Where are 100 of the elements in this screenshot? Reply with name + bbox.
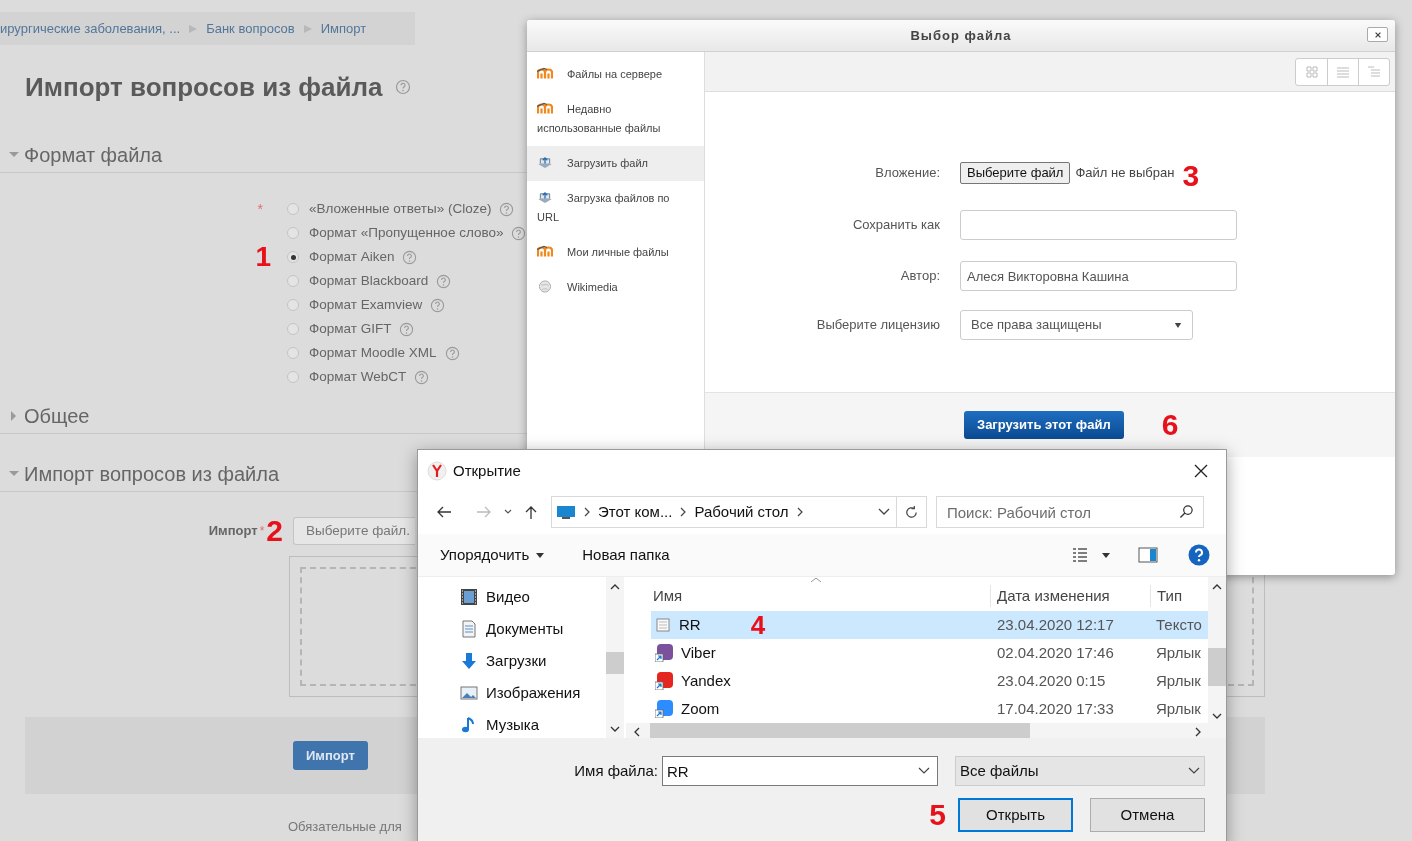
choose-file-button[interactable]: Выберите файл <box>960 162 1071 184</box>
file-row[interactable]: RR 4 23.04.2020 12:17 Тексто <box>651 611 1208 639</box>
file-name: Viber <box>681 642 716 663</box>
nav-item[interactable]: Музыка <box>460 709 606 741</box>
radio-label[interactable]: Формат Examview <box>309 294 423 316</box>
chevron-down-icon[interactable] <box>878 508 890 516</box>
section-heading[interactable]: Импорт вопросов из файла <box>24 459 280 489</box>
field-label: Имя файла: <box>574 760 658 781</box>
file-row[interactable]: Zoom 17.04.2020 17:33 Ярлык <box>651 695 1208 723</box>
footnote-text: Обязательные для <box>288 818 402 836</box>
preview-pane-icon[interactable] <box>1138 547 1158 563</box>
cancel-button[interactable]: Отмена <box>1090 798 1205 832</box>
file-name-field[interactable]: RR <box>662 756 938 786</box>
save-as-field[interactable] <box>960 210 1237 240</box>
step-number: 5 <box>929 800 946 830</box>
nav-item[interactable]: Документы <box>460 613 606 645</box>
dialog-title: Выбор файла <box>910 26 1012 45</box>
author-field[interactable]: Алеся Викторовна Кашина <box>960 261 1237 291</box>
address-bar[interactable]: Этот ком... Рабочий стол <box>551 496 927 528</box>
radio-button[interactable] <box>287 371 299 383</box>
radio-button[interactable] <box>287 275 299 287</box>
radio-button[interactable] <box>287 227 299 239</box>
upload-button[interactable]: Загрузить этот файл <box>964 411 1124 439</box>
file-name: Zoom <box>681 698 720 719</box>
sidebar-item[interactable]: Мои личные файлы <box>527 235 704 270</box>
document-icon <box>460 620 478 638</box>
browser-logo-icon <box>427 461 447 481</box>
file-row[interactable]: Viber 02.04.2020 17:46 Ярлык <box>651 639 1208 667</box>
new-folder-button[interactable]: Новая папка <box>582 543 670 567</box>
view-options-button[interactable] <box>1072 547 1110 563</box>
file-type-dropdown[interactable]: Все файлы <box>955 756 1205 786</box>
separator-icon <box>302 23 313 34</box>
radio-button[interactable] <box>287 323 299 335</box>
radio-label[interactable]: Формат WebCT <box>309 366 407 388</box>
import-button[interactable]: Импорт <box>293 741 368 770</box>
radio-label[interactable]: Формат «Пропущенное слово» <box>309 222 504 244</box>
radio-button[interactable] <box>287 203 299 215</box>
date-cell-text: 02.04.2020 17:46 <box>996 642 1115 663</box>
file-row[interactable]: Yandex 23.04.2020 0:15 Ярлык <box>651 667 1208 695</box>
date-cell-text: 23.04.2020 12:17 <box>996 614 1115 635</box>
separator-icon <box>188 23 199 34</box>
path-segment[interactable]: Этот ком... <box>598 500 673 524</box>
chevron-down-icon <box>1212 713 1222 719</box>
section-heading[interactable]: Общее <box>24 401 90 431</box>
scrollbar-thumb[interactable] <box>1208 648 1226 686</box>
type-cell-text: Ярлык <box>1155 642 1200 663</box>
radio-button[interactable] <box>287 251 299 263</box>
column-header[interactable]: Тип <box>1150 584 1200 607</box>
step-number: 1 <box>255 243 271 271</box>
required-mark: * <box>257 199 263 219</box>
dropdown-arrow-icon <box>1174 321 1182 329</box>
chevron-up-icon <box>610 584 620 590</box>
column-header[interactable]: Имя <box>651 584 990 607</box>
step-number: 3 <box>1182 161 1200 191</box>
sidebar-item[interactable]: Wikimedia <box>527 270 704 305</box>
radio-button[interactable] <box>287 299 299 311</box>
sidebar-item[interactable]: Недавно использованные файлы <box>527 92 704 146</box>
radio-label[interactable]: Формат Moodle XML <box>309 342 437 364</box>
scrollbar-track[interactable] <box>606 577 624 738</box>
organize-menu[interactable]: Упорядочить <box>440 543 545 567</box>
sidebar-item[interactable]: Загрузить файл <box>527 146 704 181</box>
date-cell-text: 23.04.2020 0:15 <box>996 670 1107 691</box>
nav-item[interactable]: Видео <box>460 581 606 613</box>
search-field[interactable]: Поиск: Рабочий стол <box>936 496 1204 528</box>
choose-file-button[interactable]: Выберите файл. <box>293 517 415 545</box>
radio-button[interactable] <box>287 347 299 359</box>
section-heading[interactable]: Формат файла <box>24 140 163 170</box>
chevron-down-icon <box>610 726 620 732</box>
step-number: 4 <box>750 612 766 638</box>
close-button[interactable] <box>1367 27 1388 42</box>
open-button[interactable]: Открыть <box>958 798 1073 832</box>
search-icon[interactable] <box>1179 504 1194 519</box>
field-label: Автор: <box>899 267 941 286</box>
radio-label[interactable]: Формат GIFT <box>309 318 392 340</box>
refresh-icon[interactable] <box>904 504 919 520</box>
sort-caret-icon[interactable] <box>810 577 822 583</box>
nav-item[interactable]: Загрузки <box>460 645 606 677</box>
sidebar-item[interactable]: Файлы на сервере <box>527 57 704 92</box>
list-icon <box>1336 64 1350 79</box>
text-file-icon <box>655 617 671 633</box>
chevron-down-icon[interactable] <box>918 767 930 775</box>
scrollbar-thumb[interactable] <box>606 652 624 674</box>
license-dropdown[interactable]: Все права защищены <box>960 310 1193 340</box>
radio-label[interactable]: Формат Aiken <box>309 246 395 268</box>
nav-item[interactable]: Изображения <box>460 677 606 709</box>
path-segment[interactable]: Рабочий стол <box>694 500 789 524</box>
column-header[interactable]: Дата изменения <box>990 584 1150 607</box>
scrollbar-track[interactable] <box>1208 577 1226 723</box>
up-arrow-icon <box>523 505 539 519</box>
tree-icon <box>1367 64 1381 79</box>
upload-icon <box>537 156 553 169</box>
file-name: Yandex <box>681 670 731 691</box>
back-arrow-icon <box>436 505 452 519</box>
date-cell-text: 17.04.2020 17:33 <box>996 698 1115 719</box>
radio-label[interactable]: «Вложенные ответы» (Cloze) <box>309 198 492 220</box>
radio-label[interactable]: Формат Blackboard <box>309 270 429 292</box>
sidebar-item[interactable]: Загрузка файлов по URL <box>527 181 704 235</box>
help-icon[interactable] <box>1188 544 1210 566</box>
chevron-up-icon <box>1212 584 1222 590</box>
chevron-right-icon <box>679 506 688 518</box>
